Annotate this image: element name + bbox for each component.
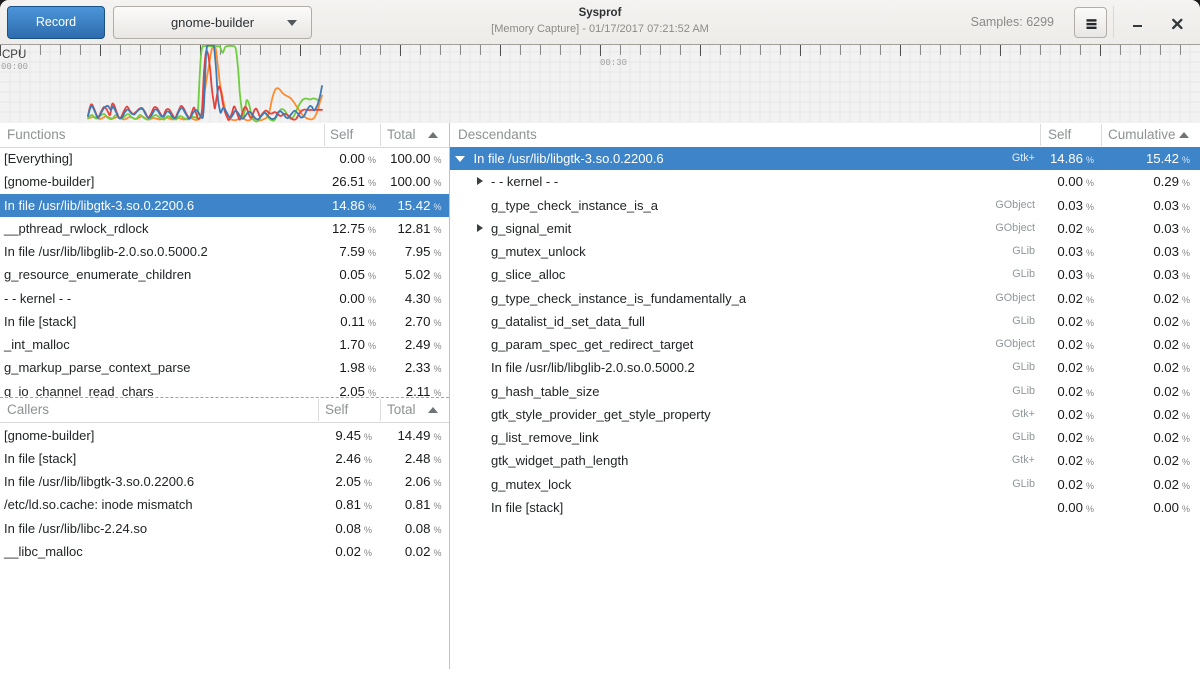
svg-text:00:00: 00:00 [1, 62, 28, 72]
svg-text:00:30: 00:30 [600, 58, 627, 68]
svg-text:CPU: CPU [2, 49, 26, 61]
